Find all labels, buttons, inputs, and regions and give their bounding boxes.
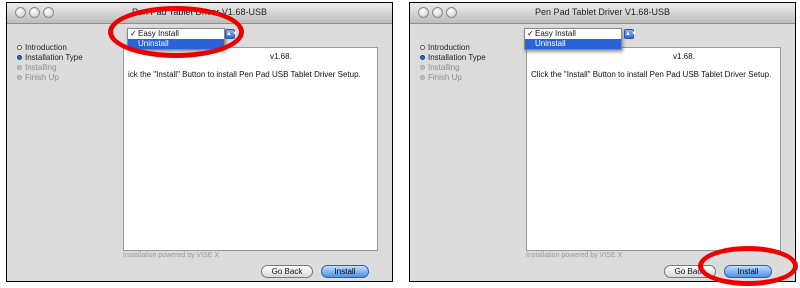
step-installation-type: Installation Type (17, 53, 122, 63)
powered-by-text: Installation powered by VISE X (526, 252, 623, 259)
step-dot-icon (17, 55, 22, 60)
content-pane: v1.68. ick the "Install" Button to insta… (123, 47, 378, 251)
installer-window-right: Pen Pad Tablet Driver V1.68-USB Introduc… (409, 2, 796, 282)
content-pane: v1.68. Click the "Install" Button to ins… (526, 47, 781, 251)
step-finish-up: Finish Up (17, 73, 122, 83)
title-bar[interactable]: Pen Pad Tablet Driver V1.68-USB (410, 3, 795, 24)
step-installing: Installing (17, 63, 122, 73)
powered-by-text: Installation powered by VISE X (123, 252, 220, 259)
installer-steps: Introduction Installation Type Installin… (420, 43, 525, 83)
install-type-dropdown-menu[interactable]: ✓Easy Install Uninstall (524, 28, 622, 50)
step-dot-icon (420, 75, 425, 80)
popup-arrows-icon[interactable]: ▲▼ (624, 29, 637, 39)
dropdown-option-uninstall[interactable]: Uninstall (525, 39, 621, 49)
step-finish-up: Finish Up (420, 73, 525, 83)
step-dot-icon (420, 55, 425, 60)
step-dot-icon (420, 45, 425, 50)
window-title: Pen Pad Tablet Driver V1.68-USB (535, 7, 670, 17)
step-introduction: Introduction (420, 43, 525, 53)
go-back-button[interactable]: Go Back (261, 265, 313, 278)
highlight-circle-install (698, 246, 798, 286)
installer-steps: Introduction Installation Type Installin… (17, 43, 122, 83)
step-dot-icon (17, 65, 22, 70)
dropdown-option-easy-install[interactable]: ✓Easy Install (525, 29, 621, 39)
version-text: v1.68. (673, 52, 695, 61)
step-dot-icon (17, 45, 22, 50)
step-installing: Installing (420, 63, 525, 73)
step-dot-icon (17, 75, 22, 80)
install-button[interactable]: Install (321, 265, 369, 278)
step-introduction: Introduction (17, 43, 122, 53)
version-text: v1.68. (270, 52, 292, 61)
highlight-circle-dropdown (108, 6, 244, 58)
instruction-text: ick the "Install" Button to install Pen … (128, 70, 361, 79)
step-dot-icon (420, 65, 425, 70)
instruction-text: Click the "Install" Button to install Pe… (531, 70, 772, 79)
step-installation-type: Installation Type (420, 53, 525, 63)
checkmark-icon: ✓ (527, 29, 534, 38)
